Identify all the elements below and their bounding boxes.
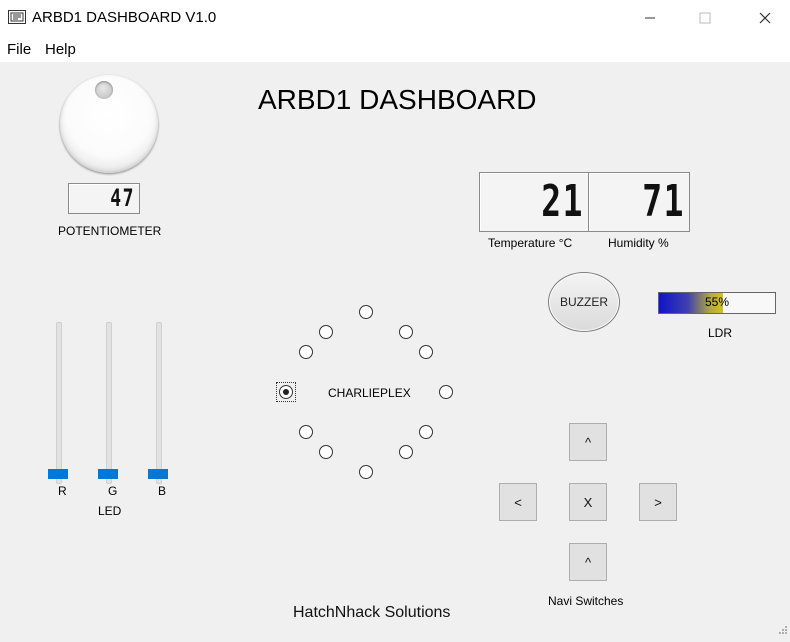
navi-up-button[interactable]: ^ [569, 423, 607, 461]
charlieplex-radio-3[interactable] [419, 345, 433, 359]
ldr-percent-text: 55% [704, 295, 730, 309]
minimize-button[interactable] [627, 0, 673, 36]
charlieplex-radio-10[interactable] [279, 385, 293, 399]
slider-label-r: R [58, 484, 67, 498]
navi-up-label: ^ [584, 434, 592, 450]
humidity-display: 71 [588, 172, 690, 232]
charlieplex-radio-1[interactable] [359, 305, 373, 319]
potentiometer-label: POTENTIOMETER [58, 224, 162, 238]
ldr-progress-bar: 55% [658, 292, 776, 314]
buzzer-button[interactable]: BUZZER [548, 272, 620, 332]
potentiometer-knob[interactable] [60, 75, 158, 173]
charlieplex-label: CHARLIEPLEX [328, 386, 411, 400]
navi-right-label: > [654, 494, 662, 510]
navi-down-button[interactable]: ^ [569, 543, 607, 581]
charlieplex-radio-12[interactable] [319, 325, 333, 339]
navi-center-button[interactable]: X [569, 483, 607, 521]
navi-right-button[interactable]: > [639, 483, 677, 521]
temperature-display: 21 [479, 172, 589, 232]
navi-center-label: X [583, 494, 593, 510]
navi-left-label: < [514, 494, 522, 510]
humidity-label: Humidity % [608, 236, 669, 250]
resize-grip-icon[interactable] [778, 622, 788, 640]
charlieplex-radio-9[interactable] [299, 425, 313, 439]
temperature-label: Temperature °C [488, 236, 573, 250]
ldr-label: LDR [708, 326, 733, 340]
slider-track-b [156, 322, 162, 484]
slider-r[interactable] [48, 469, 68, 479]
menu-file[interactable]: File [7, 41, 31, 58]
slider-track-r [56, 322, 62, 484]
slider-b[interactable] [148, 469, 168, 479]
charlieplex-radio-5[interactable] [419, 425, 433, 439]
charlieplex-radio-7[interactable] [359, 465, 373, 479]
led-label: LED [98, 504, 122, 518]
slider-label-b: B [158, 484, 167, 498]
knob-indicator [95, 81, 113, 99]
potentiometer-display: 47 [68, 183, 140, 214]
dashboard-title: ARBD1 DASHBOARD [258, 84, 537, 115]
slider-g[interactable] [98, 469, 118, 479]
buzzer-label: BUZZER [560, 295, 608, 309]
charlieplex-radio-6[interactable] [399, 445, 413, 459]
temperature-value: 21 [541, 176, 584, 227]
charlieplex-radio-4[interactable] [439, 385, 453, 399]
maximize-button [682, 0, 728, 36]
window-title: ARBD1 DASHBOARD V1.0 [32, 9, 217, 26]
charlieplex-radio-11[interactable] [299, 345, 313, 359]
slider-track-g [106, 322, 112, 484]
close-button[interactable] [742, 0, 788, 36]
navi-left-button[interactable]: < [499, 483, 537, 521]
navi-label: Navi Switches [548, 594, 624, 608]
potentiometer-value: 47 [110, 184, 135, 212]
title-bar: ARBD1 DASHBOARD V1.0 [0, 0, 790, 36]
charlieplex-radio-2[interactable] [399, 325, 413, 339]
charlieplex-radio-8[interactable] [319, 445, 333, 459]
humidity-value: 71 [642, 176, 685, 227]
slider-label-g: G [108, 484, 118, 498]
menu-bar: File Help [0, 36, 790, 62]
app-icon [8, 10, 26, 29]
navi-down-label: ^ [584, 554, 592, 570]
footer-credit: HatchNhack Solutions [293, 604, 451, 621]
menu-help[interactable]: Help [45, 41, 76, 58]
